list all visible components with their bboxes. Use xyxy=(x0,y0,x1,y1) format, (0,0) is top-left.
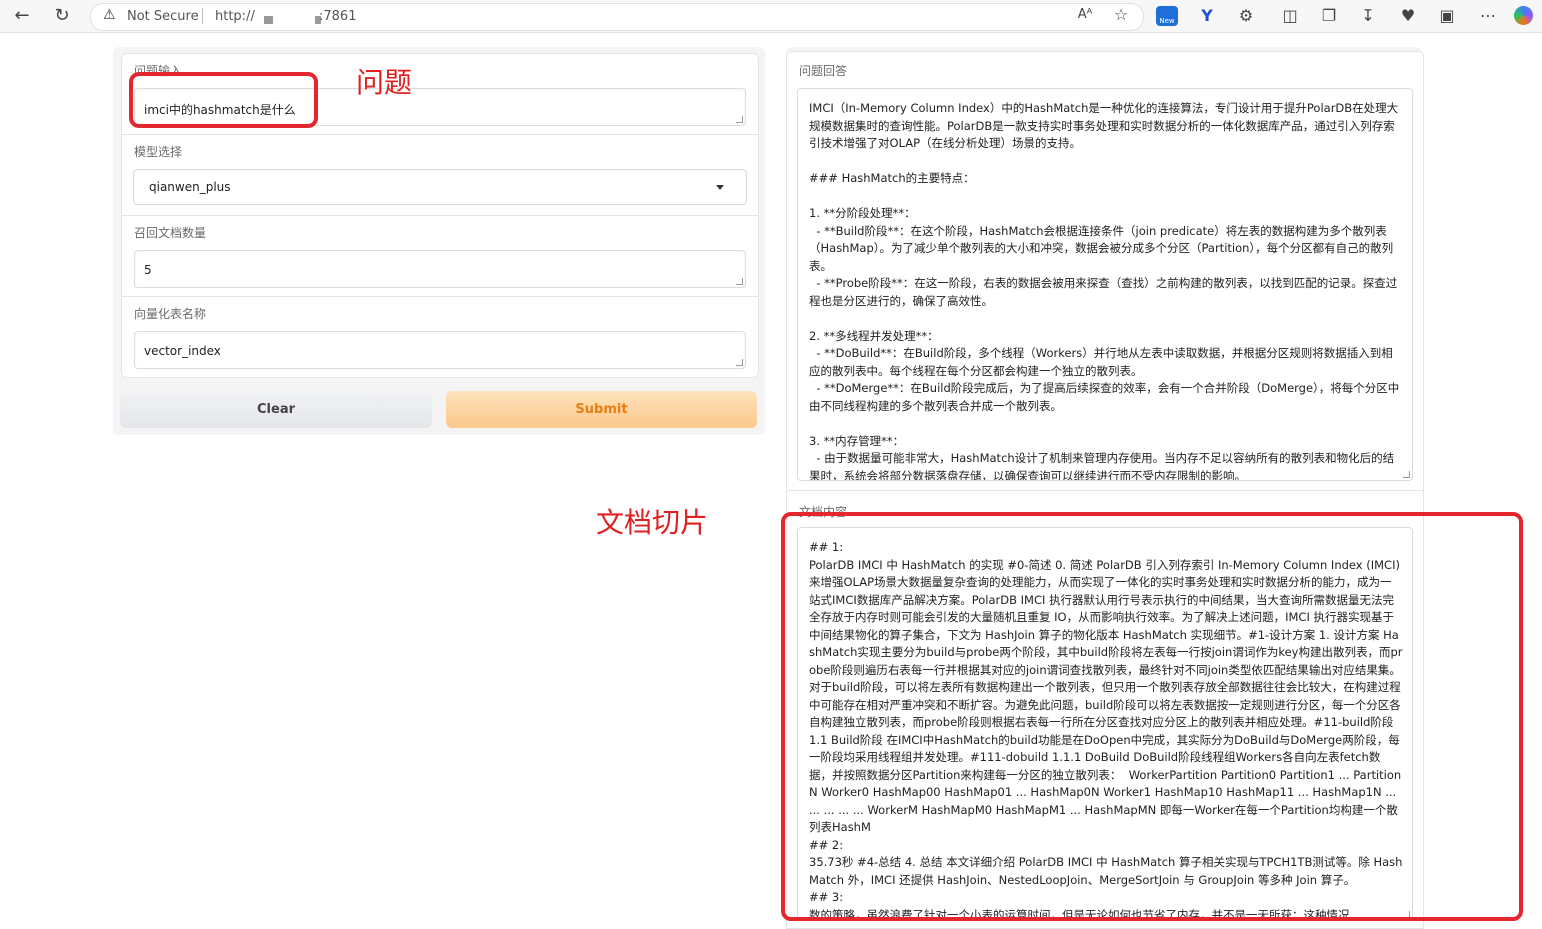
answer-block: 问题回答 IMCI（In-Memory Column Index）中的HashM… xyxy=(786,51,1424,491)
resize-handle-icon[interactable] xyxy=(736,116,743,123)
chevron-down-icon[interactable] xyxy=(716,185,724,190)
split-screen-icon[interactable]: ◫ xyxy=(1280,6,1300,26)
clear-button[interactable]: Clear xyxy=(120,391,432,428)
browser-essentials-icon[interactable]: ♥ xyxy=(1398,6,1418,26)
extensions-puzzle-icon[interactable]: ⚙ xyxy=(1236,6,1256,26)
screenshot-icon[interactable]: ▣ xyxy=(1437,6,1457,26)
favorite-star-icon[interactable]: ☆ xyxy=(1111,5,1131,25)
extension-v-icon[interactable]: Y xyxy=(1197,6,1217,26)
answer-text: IMCI（In-Memory Column Index）中的HashMatch是… xyxy=(809,101,1400,481)
model-label: 模型选择 xyxy=(134,145,183,159)
answer-textarea[interactable]: IMCI（In-Memory Column Index）中的HashMatch是… xyxy=(797,88,1413,481)
app-root: 问题输入 imci中的hashmatch是什么 模型选择 qianwen_plu… xyxy=(0,33,1542,929)
resize-handle-icon[interactable] xyxy=(1403,471,1410,478)
collections-icon[interactable]: ❐ xyxy=(1319,6,1339,26)
resize-handle-icon[interactable] xyxy=(736,359,743,366)
more-menu-icon[interactable]: ⋯ xyxy=(1478,6,1498,26)
url-port: :7861 xyxy=(319,9,357,24)
vector-table-input[interactable]: vector_index xyxy=(134,331,746,369)
warning-triangle-icon: ⚠ xyxy=(103,7,116,23)
extension-new-icon[interactable]: New xyxy=(1156,6,1178,26)
reload-icon[interactable]: ↻ xyxy=(50,4,74,28)
redacted-host xyxy=(264,16,273,24)
download-icon[interactable]: ↧ xyxy=(1358,6,1378,26)
model-select[interactable]: qianwen_plus xyxy=(133,169,747,205)
chunks-highlight-box xyxy=(781,512,1523,921)
question-annotation: 问题 xyxy=(356,66,413,99)
back-arrow-icon[interactable]: ← xyxy=(10,4,34,28)
security-label: Not Secure xyxy=(127,9,199,24)
read-aloud-icon[interactable]: Aᴬ xyxy=(1075,5,1095,25)
recall-count-input[interactable]: 5 xyxy=(134,250,746,288)
resize-handle-icon[interactable] xyxy=(736,278,743,285)
url-scheme: http:// xyxy=(215,9,255,24)
submit-button[interactable]: Submit xyxy=(446,391,757,428)
copilot-icon[interactable] xyxy=(1514,6,1533,25)
recall-label: 召回文档数量 xyxy=(134,226,207,240)
browser-toolbar: ← ↻ ⚠ Not Secure http:// :7861 Aᴬ ☆ New … xyxy=(0,0,1542,33)
answer-label: 问题回答 xyxy=(799,64,848,78)
model-value: qianwen_plus xyxy=(149,180,231,194)
model-block: 模型选择 qianwen_plus xyxy=(121,134,759,216)
recall-count-value: 5 xyxy=(144,263,152,277)
question-highlight-box xyxy=(129,72,318,128)
chunks-annotation: 文档切片 xyxy=(596,506,709,539)
recall-block: 召回文档数量 5 xyxy=(121,215,759,297)
vector-label: 向量化表名称 xyxy=(134,307,207,321)
vector-table-value: vector_index xyxy=(144,344,221,358)
vector-block: 向量化表名称 vector_index xyxy=(121,296,759,378)
url-divider xyxy=(202,8,203,24)
address-bar[interactable]: ⚠ Not Secure http:// :7861 Aᴬ ☆ xyxy=(90,3,1144,31)
new-badge-label: New xyxy=(1159,17,1175,25)
